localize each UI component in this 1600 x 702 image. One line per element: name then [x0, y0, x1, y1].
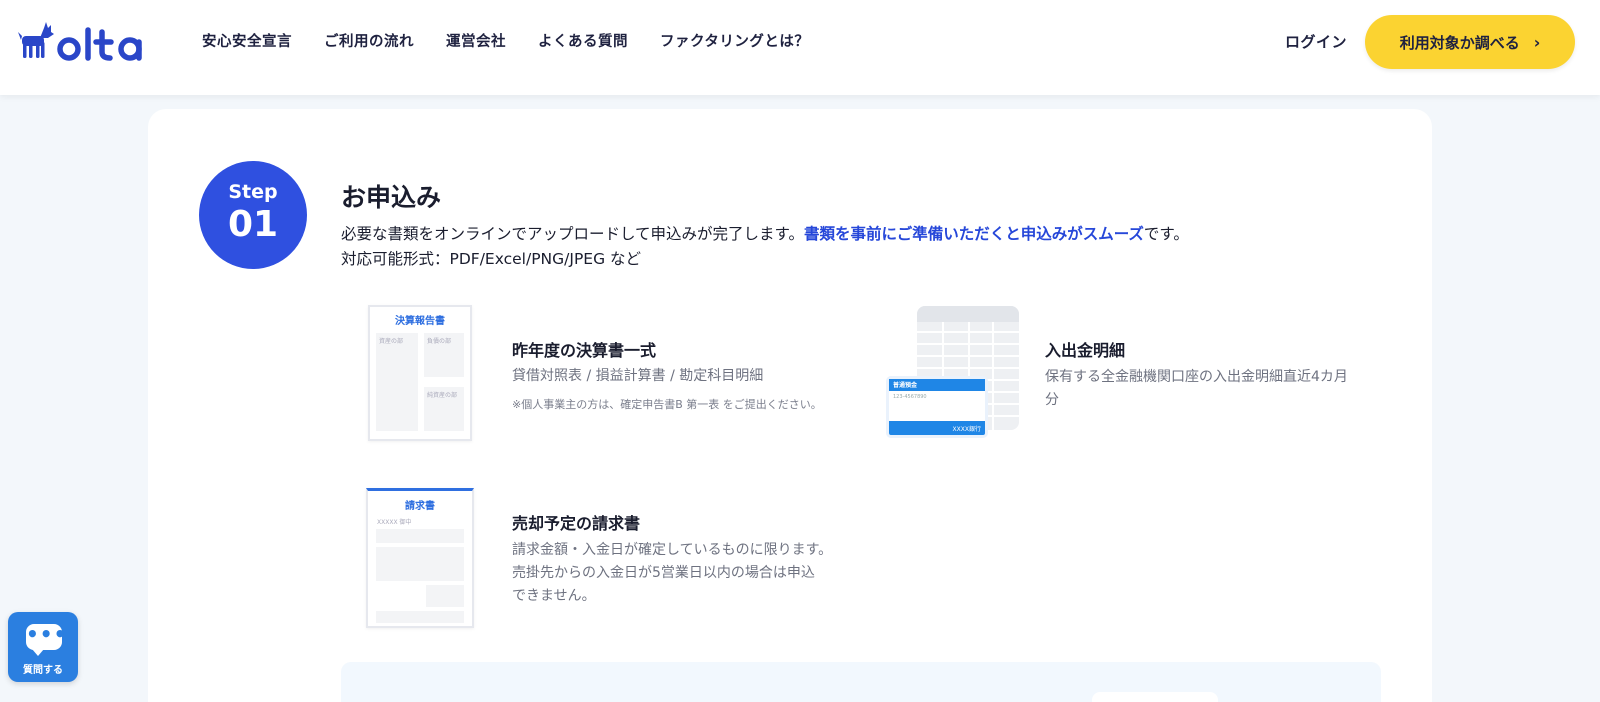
- thumb-block: [426, 585, 464, 607]
- financial-report-thumb-title: 決算報告書: [395, 316, 445, 327]
- chat-button[interactable]: ••• 質問する: [8, 612, 78, 682]
- thumb-label-liabilities: 負債の部: [427, 338, 452, 345]
- thumb-label-equity: 純資産の部: [427, 392, 458, 399]
- login-link[interactable]: ログイン: [1285, 30, 1347, 54]
- step-description: 必要な書類をオンラインでアップロードして申込みが完了します。書類を事前にご準備い…: [341, 222, 1189, 272]
- next-section-panel: [341, 662, 1381, 702]
- invoice-thumb-title: 請求書: [405, 501, 435, 512]
- bankbook-number: 123-4567890: [893, 394, 927, 400]
- next-section-pill: [1092, 692, 1218, 702]
- step-desc-end: です。: [1143, 225, 1189, 243]
- check-eligibility-button[interactable]: 利用対象か調べる ›: [1365, 15, 1575, 69]
- item-text-bank-1: 保有する全金融機関口座の入出金明細直近4カ月: [1045, 369, 1348, 385]
- chat-button-label: 質問する: [23, 665, 63, 676]
- step-title: お申込み: [341, 183, 442, 212]
- item-text-financials: 貸借対照表 / 損益計算書 / 勘定科目明細: [512, 368, 764, 384]
- chat-bubble-icon: •••: [26, 622, 68, 656]
- olta-logo[interactable]: [18, 22, 160, 62]
- nav-link-faq[interactable]: よくある質問: [538, 30, 628, 54]
- nav-link-flow[interactable]: ご利用の流れ: [324, 30, 414, 54]
- financial-report-thumbnail: 決算報告書 資産の部 負債の部 純資産の部: [368, 305, 472, 441]
- item-title-financials: 昨年度の決算書一式: [512, 341, 657, 360]
- bankbook-label: 普通預金: [893, 382, 918, 389]
- check-eligibility-label: 利用対象か調べる: [1399, 33, 1520, 52]
- thumb-block: [376, 611, 464, 623]
- invoice-thumb-addressee: XXXXX 御中: [377, 519, 412, 526]
- bankbook-card: 普通預金 123-4567890 XXXX銀行: [886, 376, 988, 438]
- item-title-invoice: 売却予定の請求書: [512, 514, 641, 533]
- bankbook-bank: XXXX銀行: [952, 426, 981, 433]
- item-title-bank: 入出金明細: [1045, 341, 1126, 360]
- step-desc-highlight: 書類を事前にご準備いただくと申込みがスムーズ: [804, 225, 1144, 243]
- chevron-right-icon: ›: [1533, 32, 1541, 52]
- item-text-bank-2: 分: [1045, 392, 1059, 408]
- step-desc-text: 必要な書類をオンラインでアップロードして申込みが完了します。: [341, 225, 804, 243]
- step-formats: 対応可能形式：PDF/Excel/PNG/JPEG など: [341, 250, 642, 268]
- item-text-invoice-1: 請求金額・入金日が確定しているものに限ります。: [512, 542, 833, 558]
- invoice-thumbnail: 請求書 XXXXX 御中: [366, 488, 474, 628]
- site-header: 安心安全宣言 ご利用の流れ 運営会社 よくある質問 ファクタリングとは？ ログイ…: [0, 0, 1600, 95]
- step-badge: Step 01: [199, 161, 307, 269]
- olta-logo-icon: [18, 22, 142, 61]
- nav-link-safety[interactable]: 安心安全宣言: [202, 30, 292, 54]
- item-text-invoice-3: できません。: [512, 588, 596, 604]
- item-text-invoice-2: 売掛先からの入金日が5営業日以内の場合は申込: [512, 565, 815, 581]
- step-badge-label: Step: [228, 181, 278, 203]
- step-badge-number: 01: [227, 204, 279, 245]
- thumb-block: [376, 529, 464, 543]
- nav-link-factoring[interactable]: ファクタリングとは？: [660, 30, 809, 54]
- nav-link-company[interactable]: 運営会社: [446, 30, 506, 54]
- chat-dots: •••: [26, 622, 68, 646]
- item-note-financials: ※個人事業主の方は、確定申告書B 第一表 をご提出ください。: [512, 398, 822, 411]
- thumb-block: [376, 333, 418, 431]
- thumb-block: [376, 547, 464, 581]
- main-nav: 安心安全宣言 ご利用の流れ 運営会社 よくある質問 ファクタリングとは？: [202, 30, 841, 54]
- thumb-label-assets: 資産の部: [379, 338, 404, 345]
